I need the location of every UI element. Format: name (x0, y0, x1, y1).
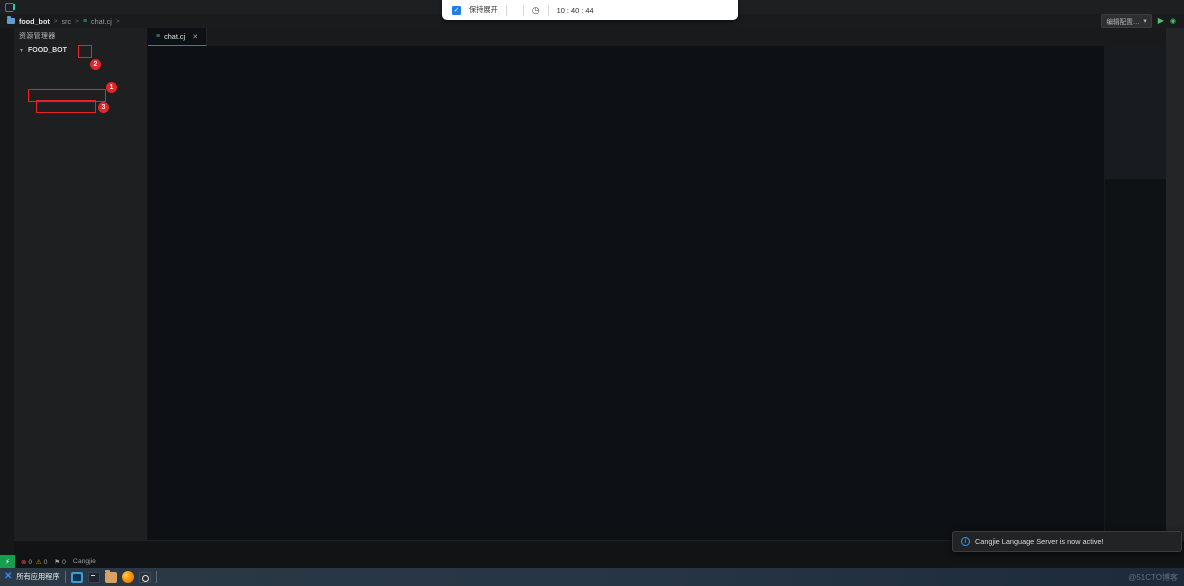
annotation-step-3: 3 (98, 102, 109, 113)
chevron-down-icon: ▾ (1143, 17, 1146, 25)
recorder-toolbar: ✓ 保持展开 ◷ 10 : 40 : 44 (442, 0, 738, 20)
annotation-box-src (28, 89, 106, 102)
watermark: @51CTO博客 (1128, 572, 1178, 583)
tab-bar: ≡ chat.cj ✕ (148, 28, 1166, 46)
sidebar-header: 资源管理器 (14, 28, 147, 44)
debug-button[interactable]: ◉ (1170, 18, 1176, 25)
breadcrumb-separator: > (116, 18, 120, 25)
file-manager-icon[interactable] (105, 572, 117, 583)
activity-bar (0, 28, 14, 555)
run-button[interactable]: ▶ (1158, 17, 1164, 25)
notification-toast[interactable]: i Cangjie Language Server is now active! (952, 531, 1182, 552)
annotation-step-2: 2 (90, 59, 101, 70)
cangjie-status[interactable]: Cangjie (73, 558, 96, 565)
code-editor[interactable] (148, 46, 1166, 540)
minimap[interactable] (1104, 46, 1166, 540)
project-section-header[interactable]: ▾ FOOD_BOT (14, 44, 147, 57)
editor-group: ≡ chat.cj ✕ (148, 28, 1166, 540)
os-taskbar: ✕ 所有应用程序 @51CTO博客 (0, 568, 1184, 586)
terminal-app-icon[interactable] (71, 572, 83, 583)
power-timer-icon[interactable]: ◷ (532, 6, 540, 15)
sidebar-title: 资源管理器 (19, 31, 56, 41)
notification-text: Cangjie Language Server is now active! (975, 537, 1104, 546)
breadcrumb-folder[interactable]: src (62, 17, 72, 26)
firefox-icon[interactable] (122, 571, 134, 583)
project-folder-icon (7, 18, 15, 24)
divider (156, 571, 157, 583)
problems-status[interactable]: ⊗ 0 ⚠ 0 (21, 558, 47, 566)
annotation-box-chat (36, 100, 96, 113)
explorer-sidebar: 资源管理器 ▾ FOOD_BOT 2 1 3 (14, 28, 148, 540)
breadcrumb-separator: > (54, 18, 58, 25)
console-app-icon[interactable] (88, 572, 100, 583)
cj-file-icon: ≡ (83, 18, 87, 25)
main-area: 资源管理器 ▾ FOOD_BOT 2 1 3 (0, 28, 1184, 555)
cj-file-icon: ≡ (156, 33, 160, 40)
recording-time: 10 : 40 : 44 (557, 6, 594, 15)
keep-expanded-checkbox[interactable]: ✓ (452, 6, 461, 15)
start-menu-button[interactable]: ✕ 所有应用程序 (4, 572, 60, 582)
flag-icon: ⚑ (54, 559, 60, 566)
annotation-step-1: 1 (106, 82, 117, 93)
divider (548, 5, 549, 16)
app-logo-icon (5, 3, 14, 12)
error-icon: ⊗ (21, 559, 26, 566)
breadcrumb-file[interactable]: chat.cj (91, 17, 112, 26)
minimap-slider[interactable] (1105, 46, 1166, 179)
warning-icon: ⚠ (36, 559, 42, 566)
status-bar: ⚡ ⊗ 0 ⚠ 0 ⚑ 0 Cangjie (0, 555, 1184, 568)
divider (65, 571, 66, 583)
remote-indicator[interactable]: ⚡ (0, 555, 15, 568)
start-menu-label: 所有应用程序 (16, 572, 59, 582)
run-config-dropdown[interactable]: 编辑配置… ▾ (1101, 14, 1151, 28)
divider (523, 5, 524, 16)
right-strip (1166, 28, 1184, 540)
os-logo-icon: ✕ (4, 572, 12, 582)
screenshot-tool-icon[interactable] (139, 572, 151, 583)
breadcrumb-separator: > (75, 18, 79, 25)
flag-status[interactable]: ⚑ 0 (54, 558, 66, 566)
breadcrumb-project[interactable]: food_bot (19, 17, 50, 26)
project-name: FOOD_BOT (28, 47, 67, 54)
keep-expanded-label: 保持展开 (469, 5, 498, 15)
run-controls: 编辑配置… ▾ ▶ ◉ (1101, 14, 1184, 28)
tab-chat-cj[interactable]: ≡ chat.cj ✕ (148, 28, 207, 46)
divider (506, 5, 507, 16)
tab-label: chat.cj (164, 32, 185, 41)
close-tab-icon[interactable]: ✕ (192, 33, 198, 41)
run-config-label: 编辑配置… (1106, 16, 1139, 26)
chevron-down-icon: ▾ (18, 47, 25, 54)
info-icon: i (961, 537, 970, 546)
